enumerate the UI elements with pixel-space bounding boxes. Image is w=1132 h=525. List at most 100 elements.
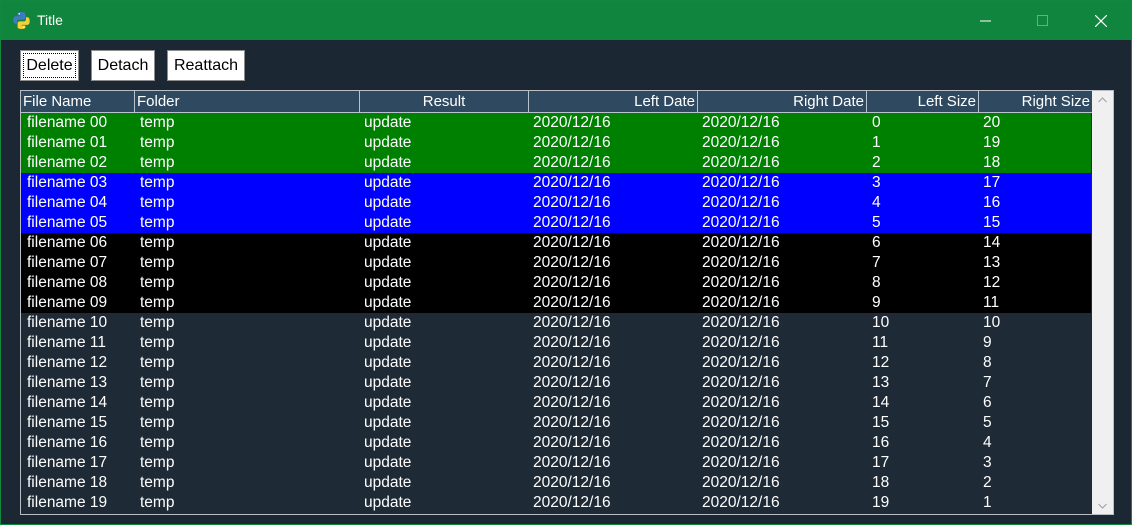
table-row[interactable]: filename 09 temp update 2020/12/16 2020/12/1… bbox=[21, 293, 1091, 313]
cell-folder: temp bbox=[140, 214, 175, 231]
cell-right-size: 16 bbox=[983, 194, 1001, 211]
cell-file-name: filename 05 bbox=[27, 214, 108, 231]
cell-left-size: 6 bbox=[872, 234, 881, 251]
cell-file-name: filename 08 bbox=[27, 274, 108, 291]
cell-result: update bbox=[364, 214, 412, 231]
table-header: File Name Folder Result Left Date Right … bbox=[21, 91, 1093, 113]
table-row[interactable]: filename 10 temp update 2020/12/16 2020/12/1… bbox=[21, 313, 1091, 333]
table-row[interactable]: filename 18 temp update 2020/12/16 2020/12/1… bbox=[21, 473, 1091, 493]
cell-folder: temp bbox=[140, 134, 175, 151]
cell-right-date: 2020/12/16 bbox=[702, 174, 780, 191]
cell-right-size: 12 bbox=[983, 274, 1001, 291]
table-row[interactable]: filename 16 temp update 2020/12/16 2020/12/1… bbox=[21, 433, 1091, 453]
cell-right-date: 2020/12/16 bbox=[702, 274, 780, 291]
cell-file-name: filename 01 bbox=[27, 134, 108, 151]
cell-result: update bbox=[364, 494, 412, 511]
scroll-up-button[interactable] bbox=[1092, 91, 1113, 108]
cell-right-date: 2020/12/16 bbox=[702, 134, 780, 151]
table-row[interactable]: filename 07 temp update 2020/12/16 2020/12/1… bbox=[21, 253, 1091, 273]
cell-result: update bbox=[364, 334, 412, 351]
cell-result: update bbox=[364, 274, 412, 291]
cell-folder: temp bbox=[140, 354, 175, 371]
cell-file-name: filename 04 bbox=[27, 194, 108, 211]
cell-file-name: filename 14 bbox=[27, 394, 108, 411]
column-header-left-size[interactable]: Left Size bbox=[867, 91, 979, 113]
cell-left-size: 13 bbox=[872, 374, 890, 391]
cell-left-size: 18 bbox=[872, 474, 890, 491]
cell-left-size: 9 bbox=[872, 294, 881, 311]
table-body: filename 00 temp update 2020/12/16 2020/12/1… bbox=[21, 113, 1091, 513]
cell-folder: temp bbox=[140, 294, 175, 311]
cell-right-size: 11 bbox=[983, 294, 1000, 311]
cell-left-date: 2020/12/16 bbox=[533, 354, 611, 371]
table-row[interactable]: filename 00 temp update 2020/12/16 2020/12/1… bbox=[21, 113, 1091, 133]
cell-left-size: 0 bbox=[872, 114, 881, 131]
close-button[interactable] bbox=[1078, 1, 1124, 40]
scroll-down-button[interactable] bbox=[1092, 497, 1113, 514]
app-window: Title Delete Detach Reattach File Name F… bbox=[0, 0, 1132, 525]
column-header-result[interactable]: Result bbox=[360, 91, 529, 113]
cell-result: update bbox=[364, 114, 412, 131]
reattach-button[interactable]: Reattach bbox=[167, 50, 245, 81]
cell-result: update bbox=[364, 154, 412, 171]
cell-right-date: 2020/12/16 bbox=[702, 394, 780, 411]
cell-result: update bbox=[364, 414, 412, 431]
column-header-file-name[interactable]: File Name bbox=[21, 91, 135, 113]
cell-right-size: 8 bbox=[983, 354, 992, 371]
table-row[interactable]: filename 01 temp update 2020/12/16 2020/12/1… bbox=[21, 133, 1091, 153]
cell-right-date: 2020/12/16 bbox=[702, 114, 780, 131]
cell-file-name: filename 09 bbox=[27, 294, 108, 311]
cell-left-date: 2020/12/16 bbox=[533, 174, 611, 191]
table-row[interactable]: filename 06 temp update 2020/12/16 2020/12/1… bbox=[21, 233, 1091, 253]
cell-result: update bbox=[364, 174, 412, 191]
table-row[interactable]: filename 13 temp update 2020/12/16 2020/12/1… bbox=[21, 373, 1091, 393]
cell-left-date: 2020/12/16 bbox=[533, 434, 611, 451]
cell-folder: temp bbox=[140, 474, 175, 491]
cell-left-date: 2020/12/16 bbox=[533, 194, 611, 211]
maximize-button[interactable] bbox=[1020, 1, 1066, 40]
vertical-scrollbar[interactable] bbox=[1092, 91, 1113, 514]
table-row[interactable]: filename 05 temp update 2020/12/16 2020/12/1… bbox=[21, 213, 1091, 233]
table-row[interactable]: filename 08 temp update 2020/12/16 2020/12/1… bbox=[21, 273, 1091, 293]
cell-folder: temp bbox=[140, 434, 175, 451]
table-row[interactable]: filename 14 temp update 2020/12/16 2020/12/1… bbox=[21, 393, 1091, 413]
cell-right-date: 2020/12/16 bbox=[702, 194, 780, 211]
column-header-left-date[interactable]: Left Date bbox=[529, 91, 698, 113]
table-row[interactable]: filename 15 temp update 2020/12/16 2020/12/1… bbox=[21, 413, 1091, 433]
cell-right-size: 20 bbox=[983, 114, 1001, 131]
table-row[interactable]: filename 17 temp update 2020/12/16 2020/12/1… bbox=[21, 453, 1091, 473]
file-table[interactable]: File Name Folder Result Left Date Right … bbox=[20, 90, 1114, 515]
cell-result: update bbox=[364, 434, 412, 451]
cell-right-date: 2020/12/16 bbox=[702, 314, 780, 331]
cell-right-date: 2020/12/16 bbox=[702, 254, 780, 271]
minimize-button[interactable] bbox=[963, 1, 1009, 40]
table-row[interactable]: filename 11 temp update 2020/12/16 2020/12/1… bbox=[21, 333, 1091, 353]
cell-left-date: 2020/12/16 bbox=[533, 314, 611, 331]
table-row[interactable]: filename 12 temp update 2020/12/16 2020/12/1… bbox=[21, 353, 1091, 373]
column-header-right-date[interactable]: Right Date bbox=[698, 91, 867, 113]
column-header-right-size[interactable]: Right Size bbox=[979, 91, 1093, 113]
table-row[interactable]: filename 19 temp update 2020/12/16 2020/12/1… bbox=[21, 493, 1091, 513]
title-bar[interactable]: Title bbox=[1, 1, 1131, 40]
cell-file-name: filename 11 bbox=[27, 334, 106, 351]
maximize-icon bbox=[1037, 15, 1048, 26]
window-title: Title bbox=[37, 12, 63, 28]
delete-button[interactable]: Delete bbox=[20, 50, 79, 81]
column-header-folder[interactable]: Folder bbox=[135, 91, 360, 113]
chevron-down-icon bbox=[1098, 503, 1107, 509]
cell-left-size: 1 bbox=[872, 134, 881, 151]
cell-left-size: 12 bbox=[872, 354, 890, 371]
cell-folder: temp bbox=[140, 194, 175, 211]
cell-left-size: 3 bbox=[872, 174, 881, 191]
minimize-icon bbox=[980, 20, 991, 22]
detach-button[interactable]: Detach bbox=[91, 50, 155, 81]
cell-file-name: filename 15 bbox=[27, 414, 108, 431]
cell-file-name: filename 19 bbox=[27, 494, 108, 511]
cell-left-date: 2020/12/16 bbox=[533, 294, 611, 311]
cell-left-size: 8 bbox=[872, 274, 881, 291]
cell-right-date: 2020/12/16 bbox=[702, 334, 780, 351]
cell-right-size: 18 bbox=[983, 154, 1001, 171]
table-row[interactable]: filename 03 temp update 2020/12/16 2020/12/1… bbox=[21, 173, 1091, 193]
table-row[interactable]: filename 04 temp update 2020/12/16 2020/12/1… bbox=[21, 193, 1091, 213]
table-row[interactable]: filename 02 temp update 2020/12/16 2020/12/1… bbox=[21, 153, 1091, 173]
